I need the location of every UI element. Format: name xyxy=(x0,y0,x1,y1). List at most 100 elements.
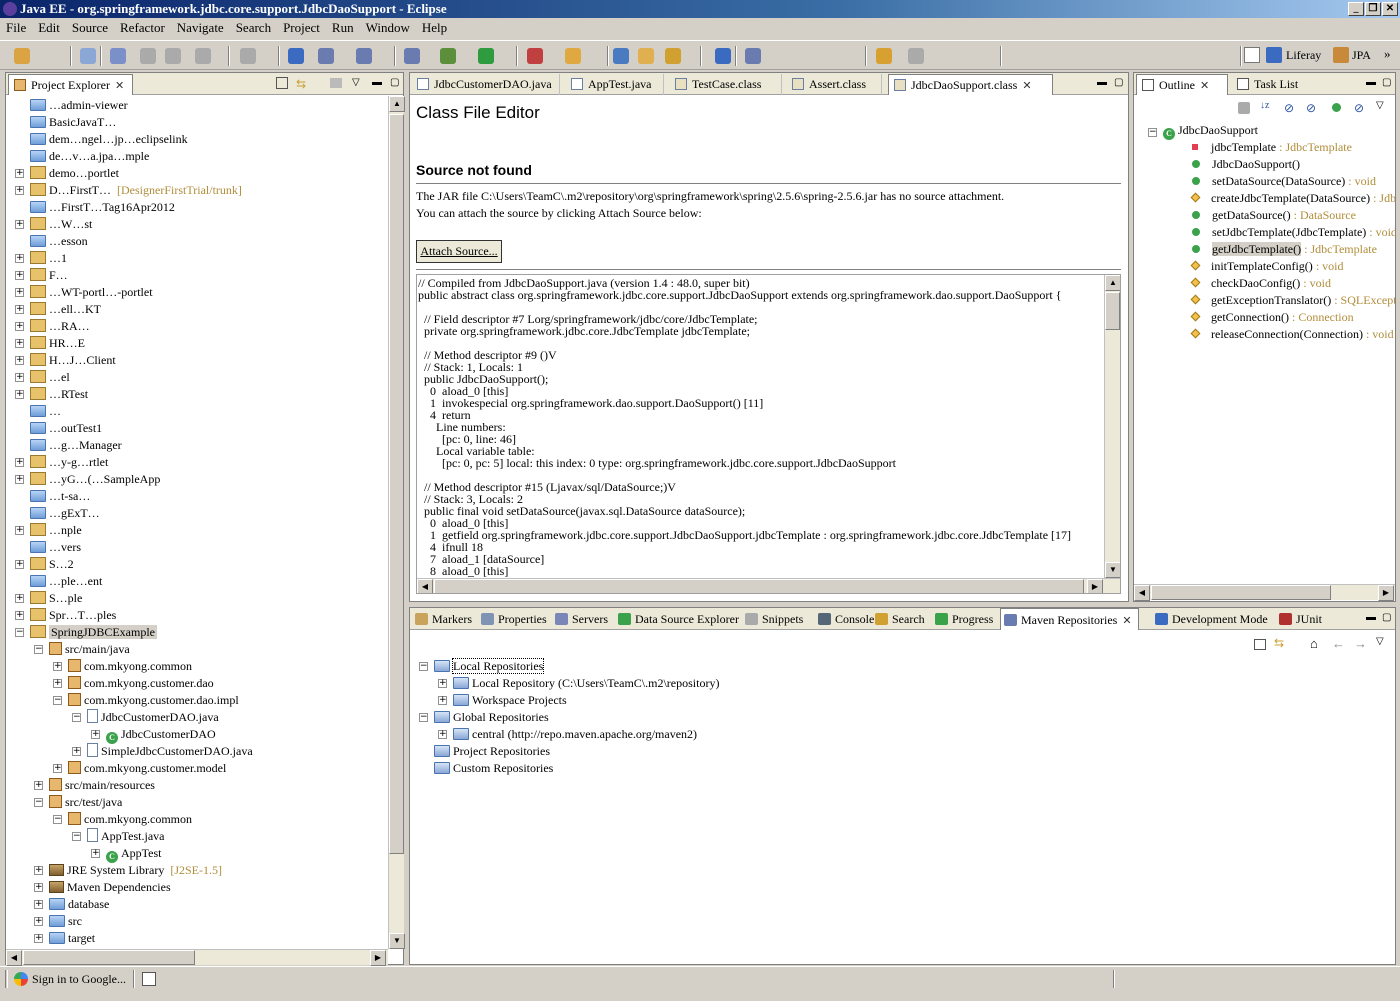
tab-outline[interactable]: Outline ✕ xyxy=(1136,74,1228,95)
tree-item[interactable]: D…FirstT… [DesignerFirstTrial/trunk] xyxy=(30,182,242,199)
close-icon[interactable]: ✕ xyxy=(115,76,124,96)
open-task-icon[interactable] xyxy=(638,48,654,64)
scroll-right-icon[interactable]: ▶ xyxy=(1378,585,1394,601)
tree-item[interactable]: …y-g…rtlet xyxy=(30,454,108,471)
tree-item[interactable]: C AppTest xyxy=(106,845,162,863)
tree-item[interactable]: …outTest1 xyxy=(30,420,102,437)
expand-icon[interactable]: + xyxy=(34,866,43,875)
expand-icon[interactable]: + xyxy=(15,339,24,348)
close-icon[interactable]: ✕ xyxy=(1122,610,1131,632)
new-dropdown-icon[interactable] xyxy=(80,48,96,64)
menu-window[interactable]: Window xyxy=(360,18,416,38)
expand-icon[interactable]: + xyxy=(15,458,24,467)
tree-item[interactable]: …yG…(…SampleApp xyxy=(30,471,160,488)
tree-item[interactable]: com.mkyong.customer.dao xyxy=(68,675,214,692)
outline-item[interactable]: getDataSource() : DataSource xyxy=(1192,207,1356,224)
expand-icon[interactable]: + xyxy=(15,560,24,569)
link-editor-icon[interactable]: ⊘ xyxy=(1354,101,1364,116)
menu-navigate[interactable]: Navigate xyxy=(171,18,230,38)
collapse-icon[interactable]: − xyxy=(34,798,43,807)
tree-item[interactable]: …W…st xyxy=(30,216,92,233)
tab-snippets[interactable]: Snippets xyxy=(742,608,803,630)
collapse-icon[interactable]: − xyxy=(53,815,62,824)
expand-icon[interactable]: + xyxy=(15,220,24,229)
close-icon[interactable]: ✕ xyxy=(1022,76,1031,96)
hscroll-thumb[interactable] xyxy=(434,579,1084,593)
expand-icon[interactable]: + xyxy=(15,475,24,484)
search-icon[interactable] xyxy=(665,48,681,64)
tab-data-source-explorer[interactable]: Data Source Explorer xyxy=(615,608,739,630)
tree-item[interactable]: HR…E xyxy=(30,335,85,352)
tree-item[interactable]: …RA… xyxy=(30,318,90,335)
tree-item[interactable]: dem…ngel…jp…eclipselink xyxy=(30,131,188,148)
tab-development-mode[interactable]: Development Mode xyxy=(1152,608,1268,630)
expand-icon[interactable]: + xyxy=(438,696,447,705)
tab-jdbccustomerdao[interactable]: JdbcCustomerDAO.java xyxy=(412,74,560,95)
tree-item[interactable]: com.mkyong.customer.dao.impl xyxy=(68,692,239,709)
tree-item[interactable]: S…ple xyxy=(30,590,82,607)
forward-icon[interactable]: → xyxy=(1354,636,1367,652)
tree-item[interactable]: … xyxy=(30,403,61,420)
tree-item[interactable]: AppTest.java xyxy=(87,828,164,845)
new-icon[interactable] xyxy=(14,48,30,64)
code-vertical-scrollbar[interactable]: ▲ ▼ xyxy=(1104,275,1120,578)
tree-item[interactable]: …t-sa… xyxy=(30,488,90,505)
outline-item[interactable]: JdbcDaoSupport() xyxy=(1192,156,1300,173)
outline-menu-icon[interactable]: ▽ xyxy=(1376,100,1384,111)
collapse-all-icon[interactable] xyxy=(1254,639,1266,650)
expand-icon[interactable]: + xyxy=(34,900,43,909)
refresh-icon[interactable]: ⇆ xyxy=(1274,636,1284,651)
expand-icon[interactable]: + xyxy=(91,730,100,739)
tree-item[interactable]: com.mkyong.common xyxy=(68,658,192,675)
web-browser-icon[interactable] xyxy=(715,48,731,64)
repository-item[interactable]: central (http://repo.maven.apache.org/ma… xyxy=(453,726,697,743)
publish-icon[interactable] xyxy=(356,48,372,64)
tab-jdbcdaosupport[interactable]: JdbcDaoSupport.class ✕ xyxy=(888,74,1053,95)
tree-item[interactable]: …vers xyxy=(30,539,81,556)
expand-icon[interactable]: + xyxy=(15,305,24,314)
outline-item[interactable]: checkDaoConfig() : void xyxy=(1190,275,1331,292)
link-with-editor-icon[interactable]: ⇆ xyxy=(296,77,310,91)
expand-icon[interactable]: + xyxy=(91,849,100,858)
sign-in-google-link[interactable]: Sign in to Google... xyxy=(32,972,126,987)
attach-source-button[interactable]: Attach Source... xyxy=(416,240,502,263)
tab-servers[interactable]: Servers xyxy=(552,608,608,630)
repository-item[interactable]: Custom Repositories xyxy=(434,760,553,777)
outline-item[interactable]: getJdbcTemplate() : JdbcTemplate xyxy=(1192,241,1377,258)
menu-file[interactable]: File xyxy=(0,18,32,38)
print-icon[interactable] xyxy=(195,48,211,64)
hide-static-icon[interactable]: ⊘ xyxy=(1284,101,1294,116)
collapse-all-icon[interactable] xyxy=(276,77,288,89)
expand-icon[interactable]: + xyxy=(34,883,43,892)
back-icon[interactable] xyxy=(876,48,892,64)
repository-item[interactable]: Local Repositories xyxy=(434,658,545,675)
tree-item[interactable]: …1 xyxy=(30,250,67,267)
scroll-thumb[interactable] xyxy=(389,114,404,854)
expand-icon[interactable]: + xyxy=(15,594,24,603)
outline-item[interactable]: getConnection() : Connection xyxy=(1190,309,1354,326)
tree-item[interactable]: JRE System Library [J2SE-1.5] xyxy=(49,862,222,879)
tree-item[interactable]: SpringJDBCExample xyxy=(30,624,157,641)
expand-icon[interactable]: + xyxy=(15,373,24,382)
outline-item[interactable]: releaseConnection(Connection) : void xyxy=(1190,326,1394,343)
collapse-icon[interactable]: − xyxy=(53,696,62,705)
maximize-view-icon[interactable]: ▢ xyxy=(390,77,399,88)
tree-item[interactable]: …WT-portl…-portlet xyxy=(30,284,153,301)
outline-item[interactable]: setDataSource(DataSource) : void xyxy=(1192,173,1376,190)
scroll-down-icon[interactable]: ▼ xyxy=(1105,562,1120,578)
expand-icon[interactable]: + xyxy=(438,730,447,739)
hide-non-public-icon[interactable]: ⊘ xyxy=(1306,101,1316,116)
open-perspective-icon[interactable] xyxy=(1244,47,1260,63)
tree-item[interactable]: Spr…T…ples xyxy=(30,607,116,624)
tab-junit[interactable]: JUnit xyxy=(1276,608,1322,630)
outline-item[interactable]: setJdbcTemplate(JdbcTemplate) : void xyxy=(1192,224,1395,241)
scroll-up-icon[interactable]: ▲ xyxy=(1105,275,1120,291)
outline-item[interactable]: initTemplateConfig() : void xyxy=(1190,258,1343,275)
expand-icon[interactable]: + xyxy=(53,679,62,688)
tree-item[interactable]: database xyxy=(49,896,109,913)
tree-item[interactable]: …el xyxy=(30,369,70,386)
scroll-left-icon[interactable]: ◀ xyxy=(417,579,433,593)
minimize-view-icon[interactable]: ▬ xyxy=(1366,612,1376,623)
view-menu-icon[interactable] xyxy=(330,78,342,88)
outline-horizontal-scrollbar[interactable]: ◀ ▶ xyxy=(1134,584,1395,601)
